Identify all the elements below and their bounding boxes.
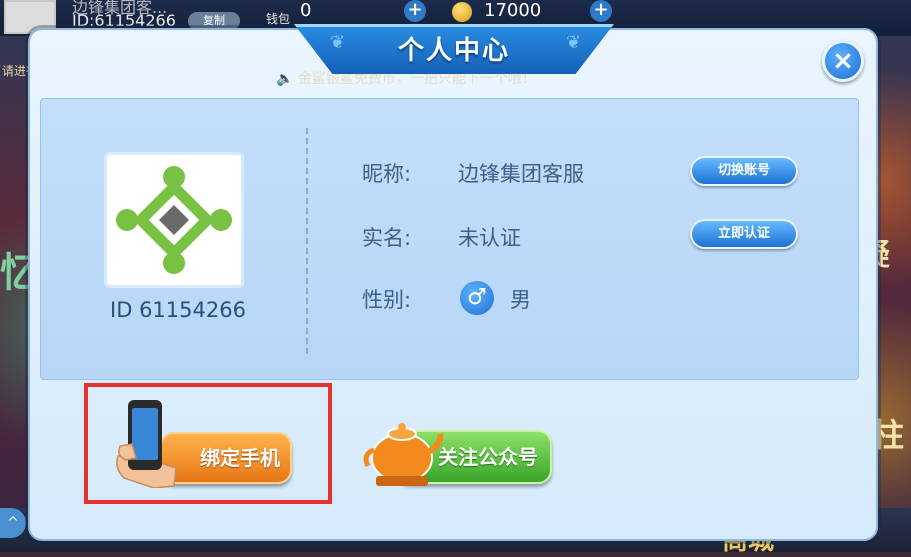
- avatar-logo-icon: [116, 166, 232, 274]
- phone-in-hand-icon: [116, 400, 177, 488]
- wallet-balance: 0: [300, 0, 312, 21]
- speaker-icon: 🔈: [276, 71, 294, 87]
- wallet-label: 钱包: [266, 12, 291, 26]
- realname-value: 未认证: [458, 226, 521, 250]
- close-button[interactable]: ×: [822, 40, 864, 82]
- verify-now-button[interactable]: 立即认证: [690, 219, 798, 249]
- dialog-title: 个人中心: [397, 36, 510, 66]
- vertical-divider: [306, 128, 308, 354]
- gender-value: 男: [510, 288, 531, 312]
- gender-label: 性别:: [362, 288, 412, 312]
- nickname-value: 边锋集团客服: [458, 162, 584, 186]
- teapot-icon: [363, 423, 444, 486]
- add-gold-button[interactable]: +: [590, 0, 612, 22]
- realname-label: 实名:: [362, 226, 412, 250]
- gold-balance: 17000: [484, 0, 542, 21]
- gold-coin-icon: [452, 2, 472, 22]
- switch-account-button[interactable]: 切换账号: [690, 156, 798, 186]
- avatar[interactable]: [104, 152, 244, 288]
- add-wallet-button[interactable]: +: [404, 0, 426, 22]
- male-icon: ♂: [460, 281, 494, 315]
- nickname-label: 昵称:: [362, 162, 412, 186]
- user-id: ID 61154266: [110, 298, 246, 322]
